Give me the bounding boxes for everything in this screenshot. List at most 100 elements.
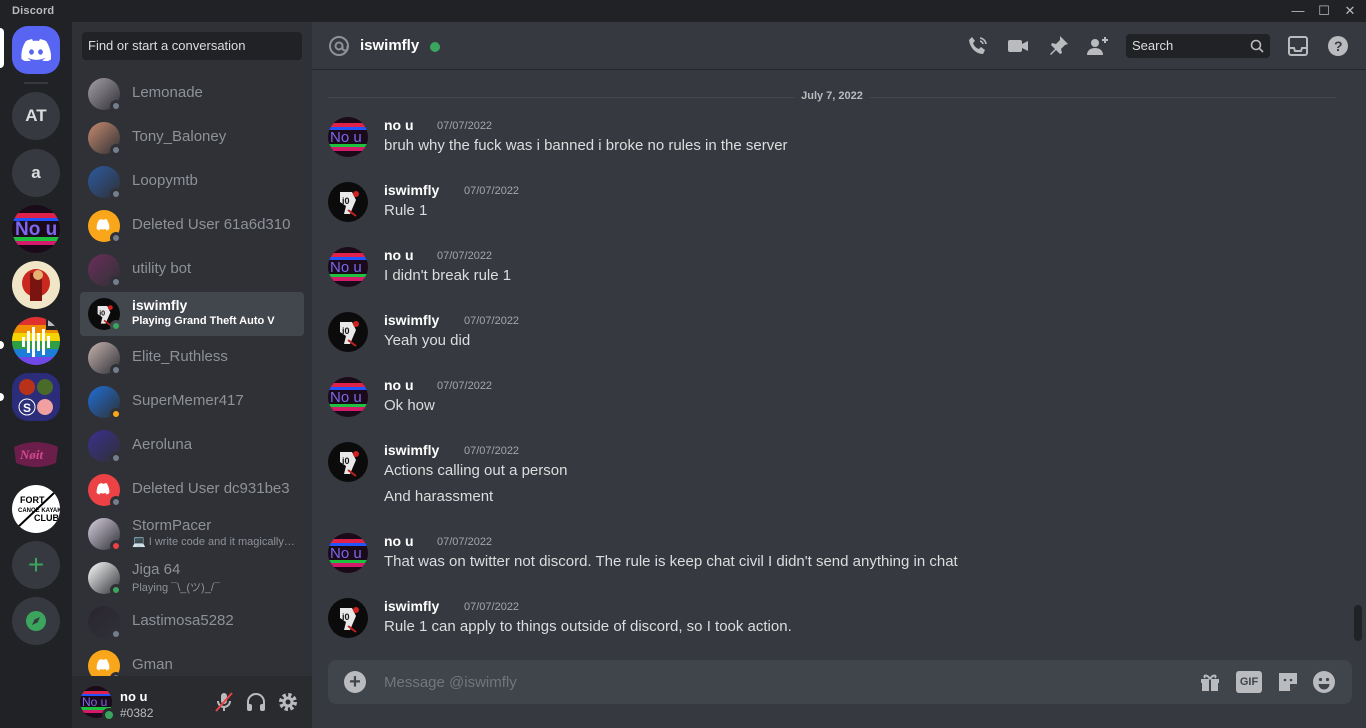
svg-text:FORT: FORT bbox=[20, 495, 45, 505]
compass-icon bbox=[26, 611, 46, 631]
message-text: bruh why the fuck was i banned i broke n… bbox=[384, 137, 788, 154]
message-avatar[interactable]: No u bbox=[328, 247, 368, 287]
video-call-button[interactable] bbox=[1006, 34, 1030, 58]
emoji-button[interactable] bbox=[1312, 670, 1336, 694]
close-button[interactable]: ✕ bbox=[1338, 0, 1362, 22]
status-offline-indicator bbox=[110, 496, 122, 508]
user-settings-button[interactable] bbox=[276, 690, 300, 714]
add-server-button[interactable]: + bbox=[12, 541, 60, 589]
dm-item-stormpacer[interactable]: StormPacer 💻 I write code and it magicall… bbox=[80, 512, 304, 556]
dm-item-gman[interactable]: Gman bbox=[80, 644, 304, 680]
dm-name: Tony_Baloney bbox=[132, 128, 227, 145]
plus-icon: + bbox=[27, 549, 45, 580]
dm-name: Gman bbox=[132, 656, 173, 673]
microphone-muted-icon bbox=[215, 692, 233, 712]
dm-item-utility-bot[interactable]: utility bot bbox=[80, 248, 304, 292]
dm-panel: Find or start a conversation Lemonade Ton… bbox=[72, 22, 312, 728]
server-list: AT a No u S Nøit FORT CANOE KAYAK CLUB + bbox=[0, 22, 72, 728]
mute-button[interactable] bbox=[212, 690, 236, 714]
message-avatar[interactable]: i0 bbox=[328, 182, 368, 222]
dm-item-aeroluna[interactable]: Aeroluna bbox=[80, 424, 304, 468]
date-divider: July 7, 2022 bbox=[328, 90, 1336, 102]
svg-text:No u: No u bbox=[82, 695, 107, 709]
server-no-u[interactable]: No u bbox=[12, 205, 60, 253]
find-conversation-button[interactable]: Find or start a conversation bbox=[82, 32, 302, 60]
message-input[interactable] bbox=[384, 672, 1164, 692]
search-input[interactable]: Search bbox=[1126, 34, 1270, 58]
message-text: Rule 1 can apply to things outside of di… bbox=[384, 618, 792, 635]
message-author[interactable]: iswimfly bbox=[384, 598, 439, 614]
add-friends-to-dm-button[interactable] bbox=[1086, 34, 1110, 58]
server-pink-logo[interactable]: Nøit bbox=[12, 429, 60, 477]
status-offline-indicator bbox=[110, 364, 122, 376]
inbox-button[interactable] bbox=[1286, 34, 1310, 58]
help-button[interactable]: ? bbox=[1326, 34, 1350, 58]
dm-name: SuperMemer417 bbox=[132, 392, 244, 409]
maximize-button[interactable]: ☐ bbox=[1312, 0, 1336, 22]
dm-item-supermemer417[interactable]: SuperMemer417 bbox=[80, 380, 304, 424]
dm-item-tony-baloney[interactable]: Tony_Baloney bbox=[80, 116, 304, 160]
pinned-messages-button[interactable] bbox=[1046, 34, 1070, 58]
message-author[interactable]: iswimfly bbox=[384, 442, 439, 458]
message-avatar[interactable]: i0 bbox=[328, 312, 368, 352]
status-offline-indicator bbox=[110, 188, 122, 200]
explore-servers-button[interactable] bbox=[12, 597, 60, 645]
headphones-icon bbox=[247, 693, 265, 711]
message-avatar[interactable]: i0 bbox=[328, 598, 368, 638]
message-avatar[interactable]: No u bbox=[328, 377, 368, 417]
help-icon: ? bbox=[1328, 36, 1348, 56]
server-rainbow-audio[interactable] bbox=[12, 317, 60, 365]
add-user-icon bbox=[1087, 37, 1108, 55]
online-status-dot bbox=[430, 42, 440, 52]
message-author[interactable]: no u bbox=[384, 117, 414, 133]
message-author[interactable]: iswimfly bbox=[384, 312, 439, 328]
gift-icon bbox=[1201, 674, 1219, 691]
dm-item-deleted-user-dc931be3[interactable]: Deleted User dc931be3 bbox=[80, 468, 304, 512]
server-a[interactable]: a bbox=[12, 149, 60, 197]
deafen-button[interactable] bbox=[244, 690, 268, 714]
message-author[interactable]: no u bbox=[384, 247, 414, 263]
dm-item-loopymtb[interactable]: Loopymtb bbox=[80, 160, 304, 204]
no-u-avatar: No u bbox=[12, 205, 60, 253]
message-avatar[interactable]: No u bbox=[328, 117, 368, 157]
message-scrollbar[interactable] bbox=[1354, 605, 1362, 641]
message-author[interactable]: iswimfly bbox=[384, 182, 439, 198]
message-text: Yeah you did bbox=[384, 332, 471, 349]
server-avatar bbox=[12, 261, 60, 309]
svg-text:No u: No u bbox=[330, 129, 362, 146]
dm-name: Lemonade bbox=[132, 84, 203, 101]
message-author[interactable]: no u bbox=[384, 377, 414, 393]
server-at[interactable]: AT bbox=[12, 92, 60, 140]
dm-item-jiga-64[interactable]: Jiga 64 Playing ¯\_(ツ)_/¯ bbox=[80, 556, 304, 600]
minimize-button[interactable]: — bbox=[1286, 0, 1310, 22]
user-tag: #0382 bbox=[120, 706, 154, 720]
gif-button[interactable]: GIF bbox=[1236, 671, 1262, 693]
dm-item-deleted-user-61a6d310[interactable]: Deleted User 61a6d310 bbox=[80, 204, 304, 248]
message-avatar[interactable]: No u bbox=[328, 533, 368, 573]
sticker-button[interactable] bbox=[1276, 670, 1300, 694]
dm-item-lemonade[interactable]: Lemonade bbox=[80, 72, 304, 116]
dm-item-lastimosa5282[interactable]: Lastimosa5282 bbox=[80, 600, 304, 644]
message-avatar[interactable]: i0 bbox=[328, 442, 368, 482]
at-icon bbox=[329, 36, 349, 56]
dm-item-elite-ruthless[interactable]: Elite_Ruthless bbox=[80, 336, 304, 380]
message-composer: + GIF bbox=[328, 660, 1352, 704]
message-text: Ok how bbox=[384, 397, 435, 414]
status-offline-indicator bbox=[110, 276, 122, 288]
message-author[interactable]: no u bbox=[384, 533, 414, 549]
svg-text:S: S bbox=[23, 401, 31, 415]
server-fort-canoe-kayak-club[interactable]: FORT CANOE KAYAK CLUB bbox=[12, 485, 60, 533]
server-avatar: Nøit bbox=[14, 442, 58, 467]
message-text: I didn't break rule 1 bbox=[384, 267, 512, 284]
message-timestamp: 07/07/2022 bbox=[437, 120, 493, 132]
upload-button[interactable]: + bbox=[344, 671, 366, 693]
gift-button[interactable] bbox=[1198, 670, 1222, 694]
dm-name: Elite_Ruthless bbox=[132, 348, 228, 365]
server-folder[interactable]: S bbox=[12, 373, 60, 421]
server-red-character[interactable] bbox=[12, 261, 60, 309]
message-list: July 7, 2022 No u no u 07/07/2022 bruh why … bbox=[312, 71, 1366, 661]
home-button[interactable] bbox=[12, 26, 60, 74]
dm-item-iswimfly[interactable]: i0 iswimfly Playing Grand Theft Auto V bbox=[80, 292, 304, 336]
voice-call-button[interactable] bbox=[966, 34, 990, 58]
svg-text:No u: No u bbox=[330, 259, 362, 276]
